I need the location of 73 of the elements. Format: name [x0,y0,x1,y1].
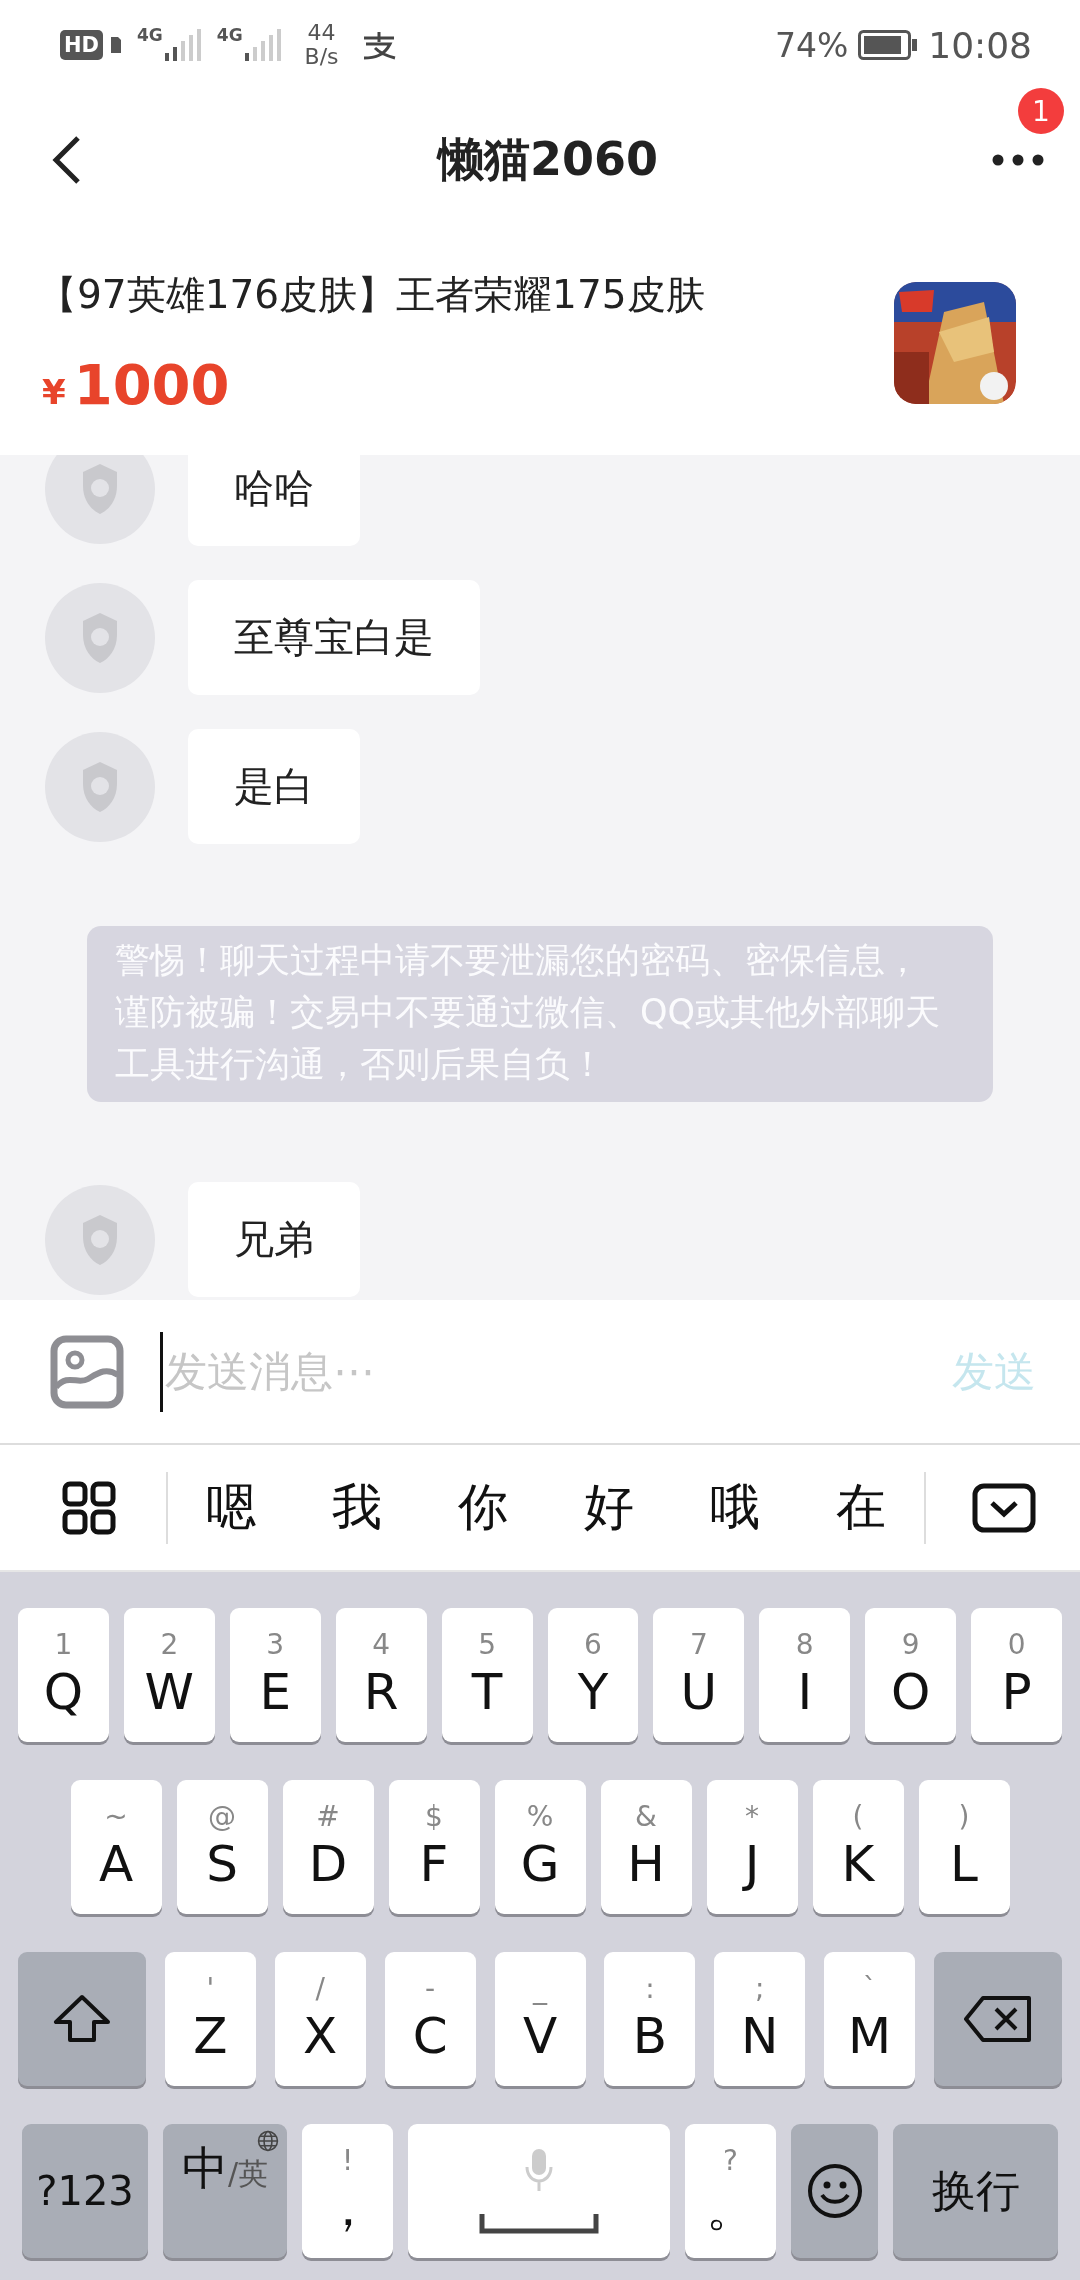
signal-icon [242,29,283,61]
key[interactable]: 3 E [229,1608,321,1742]
grid-icon[interactable] [62,1480,116,1535]
signal-icon [162,29,203,61]
key[interactable]: ; N [714,1952,806,2086]
key[interactable]: _ V [494,1952,586,2086]
suggestion-word[interactable]: 嗯 [168,1474,294,1541]
key[interactable]: # D [282,1780,374,1914]
key[interactable]: : B [604,1952,696,2086]
shift-icon [52,1994,112,2044]
network-label: 4G [216,25,243,45]
key[interactable]: / X [274,1952,366,2086]
product-title: 【97英雄176皮肤】王者荣耀175皮肤 [38,271,706,319]
key[interactable]: $ F [388,1780,480,1914]
more-icon[interactable] [992,154,1044,166]
clock: 10:08 [928,24,1032,66]
battery-percentage: 74% [774,25,849,65]
suggestion-word[interactable]: 在 [798,1474,924,1541]
key[interactable]: ( K [812,1780,904,1914]
message-bubble: 兄弟 [188,1182,360,1297]
key[interactable]: ) L [918,1780,1010,1914]
message-input[interactable]: 发送消息⋯ [160,1331,916,1412]
space-icon [479,2211,599,2235]
symbols-key[interactable]: ?123 [22,2124,148,2258]
key[interactable]: 4 R [335,1608,427,1742]
key[interactable]: ' Z [164,1952,256,2086]
key[interactable]: ! ， [302,2124,393,2258]
key[interactable]: ? 。 [685,2124,776,2258]
enter-key[interactable]: 换行 [893,2124,1058,2258]
key[interactable]: @ S [176,1780,268,1914]
key[interactable]: - C [384,1952,476,2086]
battery-icon [858,30,919,60]
key[interactable]: ~ A [70,1780,162,1914]
network-speed: 44 [307,21,336,45]
keyboard-hide-icon[interactable] [972,1482,1036,1533]
suggestion-word[interactable]: 你 [420,1474,546,1541]
microphone-icon [524,2147,554,2193]
emoji-key[interactable] [791,2124,878,2258]
key[interactable]: 6 Y [547,1608,639,1742]
key[interactable]: 1 Q [17,1608,109,1742]
key[interactable]: 8 I [759,1608,851,1742]
suggestion-word[interactable]: 我 [294,1474,420,1541]
speed-unit: B/s [304,45,339,69]
currency-symbol: ¥ [42,372,66,412]
hd-indicator: HD [60,30,103,60]
key[interactable]: & H [600,1780,692,1914]
key[interactable]: 0 P [971,1608,1063,1742]
globe-icon [257,2130,279,2152]
backspace-key[interactable] [934,1952,1062,2086]
suggestion-word[interactable]: 哦 [672,1474,798,1541]
product-price: 1000 [73,352,230,417]
notification-badge: 1 [1018,88,1064,134]
key[interactable]: 2 W [123,1608,215,1742]
key[interactable]: 5 T [441,1608,533,1742]
key[interactable]: * J [706,1780,798,1914]
chat-title: 懒猫2060 [438,131,658,188]
key[interactable]: 7 U [653,1608,745,1742]
back-icon[interactable] [52,135,82,185]
suggestion-word[interactable]: 好 [546,1474,672,1541]
smiley-icon [806,2163,863,2219]
key[interactable]: % G [494,1780,586,1914]
key[interactable]: ` M [824,1952,916,2086]
message-bubble: 哈哈 [188,455,360,546]
message-bubble: 是白 [188,729,360,844]
backspace-icon [963,1995,1033,2043]
network-label: 4G [137,25,163,45]
key[interactable]: 9 O [865,1608,957,1742]
space-key[interactable] [408,2124,670,2258]
shift-key[interactable] [18,1952,146,2086]
message-bubble: 至尊宝白是 [188,580,480,695]
image-icon[interactable] [50,1334,124,1409]
language-key[interactable]: 中/英 [163,2124,287,2258]
sim-icon [109,35,123,55]
